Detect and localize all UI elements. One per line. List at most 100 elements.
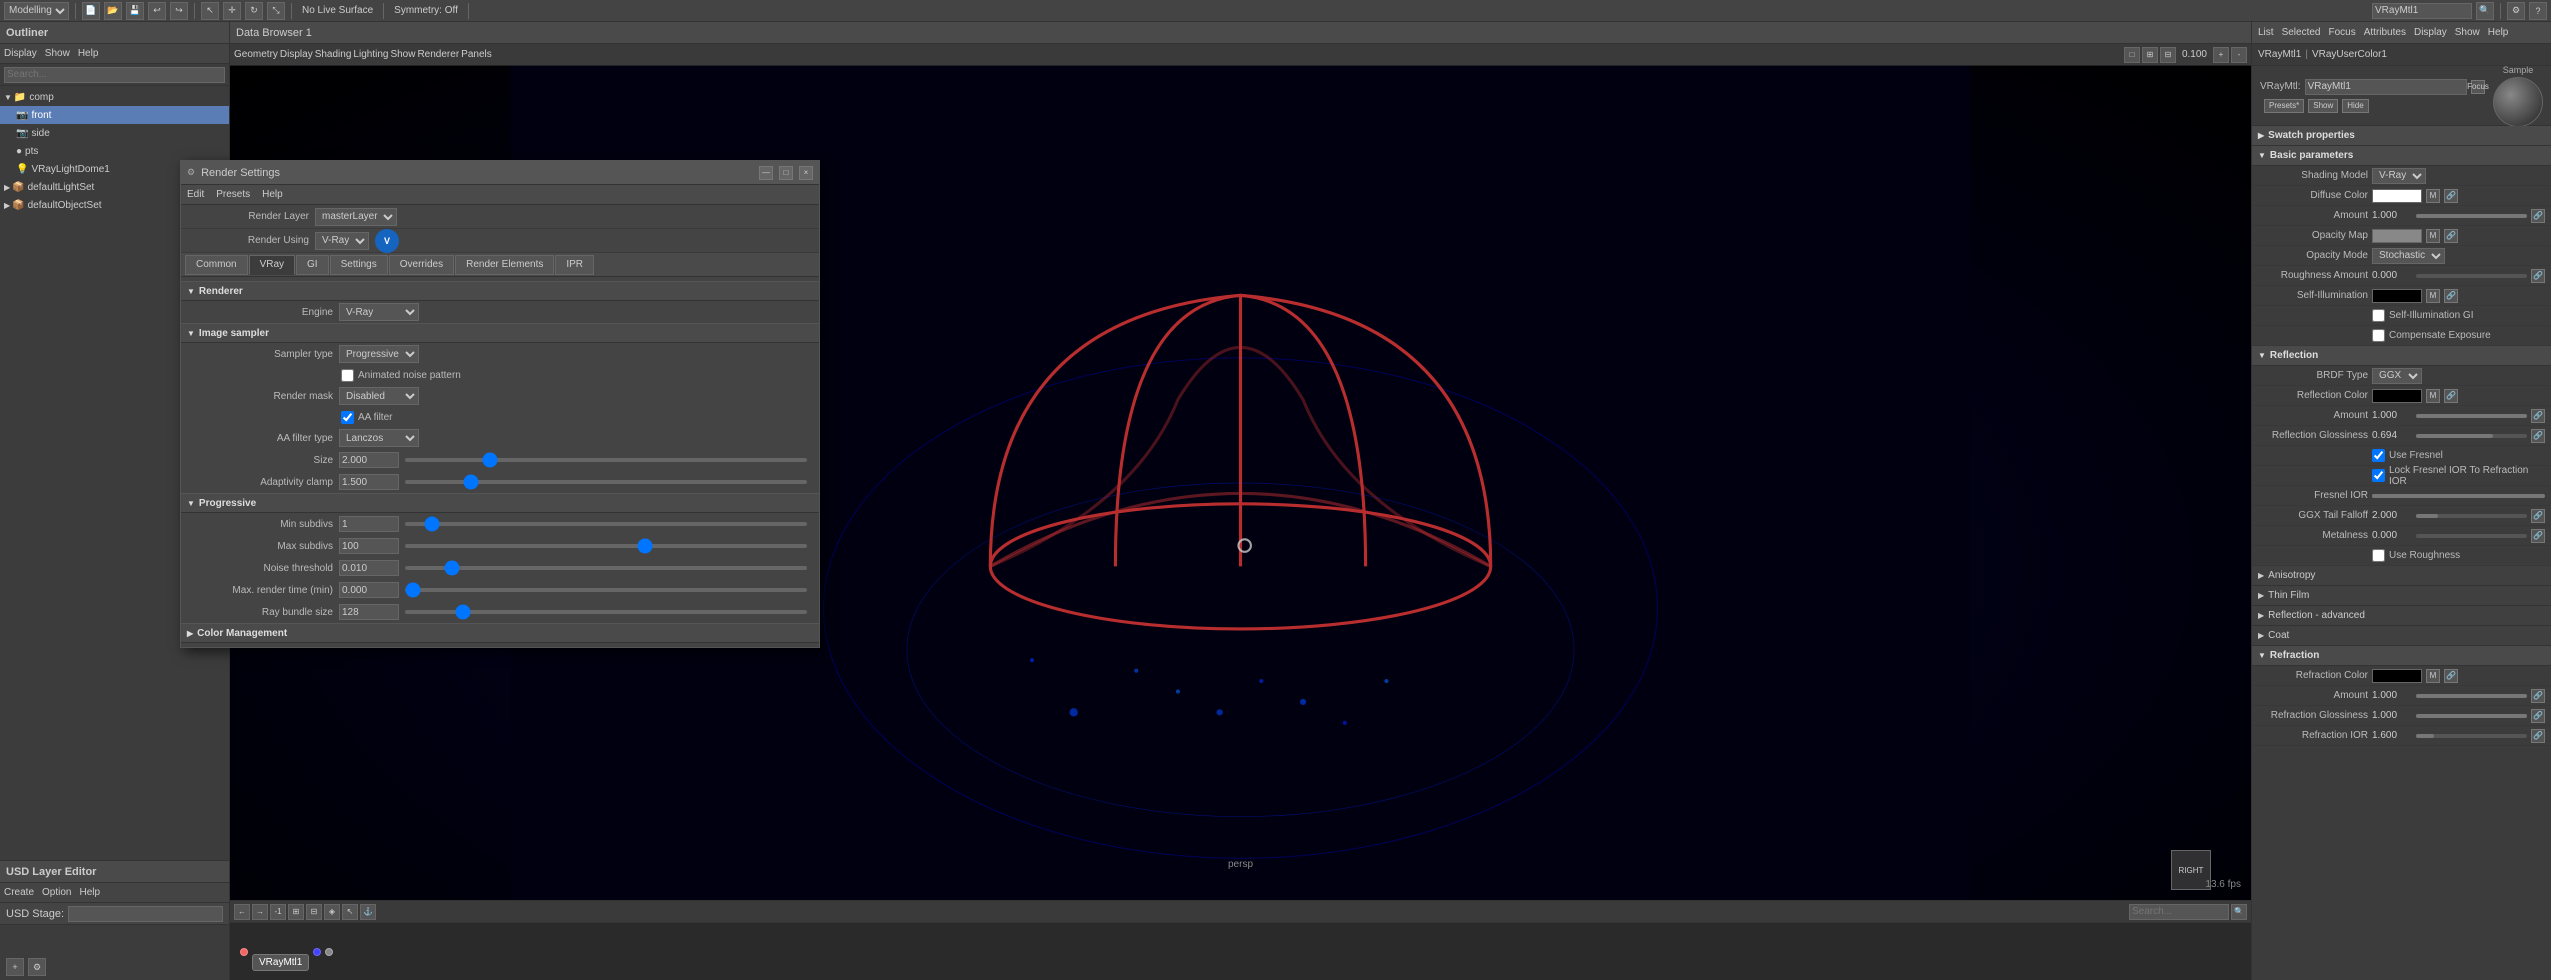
hide-btn[interactable]: Hide [2342,99,2368,113]
tab-render-elements[interactable]: Render Elements [455,255,554,275]
fresnel-ior-slider[interactable] [2372,494,2545,498]
ng-forward-icon[interactable]: → [252,904,268,920]
select-icon[interactable]: ↖ [201,2,219,20]
metalness-link-btn[interactable]: 🔗 [2531,529,2545,543]
max-subdivs-slider[interactable] [405,544,807,548]
usd-settings-icon[interactable]: ⚙ [28,958,46,976]
input-field[interactable] [2372,3,2472,19]
opacity-map-swatch[interactable] [2372,229,2422,243]
ng-anchor-icon[interactable]: ⚓ [360,904,376,920]
diffuse-amount-link-btn[interactable]: 🔗 [2531,209,2545,223]
right-tab-focus[interactable]: Focus [2328,27,2355,38]
refraction-glossiness-slider[interactable] [2416,714,2527,718]
vp-menu-shading[interactable]: Shading [315,49,352,60]
refraction-glossiness-link-btn[interactable]: 🔗 [2531,709,2545,723]
vp-menu-display[interactable]: Display [280,49,313,60]
opacity-mode-select[interactable]: Stochastic [2372,248,2445,264]
ng-move-icon[interactable]: ⊞ [288,904,304,920]
min-subdivs-input[interactable] [339,516,399,532]
outliner-menu-show[interactable]: Show [45,48,70,59]
adaptivity-input[interactable] [339,474,399,490]
ray-bundle-input[interactable] [339,604,399,620]
refraction-color-swatch[interactable] [2372,669,2422,683]
lock-fresnel-check[interactable] [2372,469,2385,482]
vp-menu-panels[interactable]: Panels [461,49,492,60]
right-tab-attributes[interactable]: Attributes [2364,27,2406,38]
reflection-glossiness-link-btn[interactable]: 🔗 [2531,429,2545,443]
ng-back-icon[interactable]: ← [234,904,250,920]
refraction-ior-link-btn[interactable]: 🔗 [2531,729,2545,743]
scale-icon[interactable]: ⤡ [267,2,285,20]
render-mask-select[interactable]: Disabled [339,387,419,405]
engine-select[interactable]: V-Ray [339,303,419,321]
vp-icon-1[interactable]: □ [2124,47,2140,63]
ng-minus-icon[interactable]: -1 [270,904,286,920]
roughness-link-btn[interactable]: 🔗 [2531,269,2545,283]
outliner-menu-help[interactable]: Help [78,48,99,59]
refraction-color-link-btn[interactable]: 🔗 [2444,669,2458,683]
new-file-icon[interactable]: 📄 [82,2,100,20]
outliner-menu-display[interactable]: Display [4,48,37,59]
noise-threshold-slider[interactable] [405,566,807,570]
diffuse-color-link-btn[interactable]: 🔗 [2444,189,2458,203]
size-input[interactable] [339,452,399,468]
min-subdivs-slider[interactable] [405,522,807,526]
ng-search-input[interactable] [2129,904,2229,920]
ggx-tail-link-btn[interactable]: 🔗 [2531,509,2545,523]
reflection-header[interactable]: ▼ Reflection [2252,346,2551,366]
usd-menu-create[interactable]: Create [4,887,34,898]
tab-overrides[interactable]: Overrides [389,255,454,275]
node-conn-red[interactable] [240,948,248,956]
ng-snap-icon[interactable]: ◈ [324,904,340,920]
reflection-amount-link-btn[interactable]: 🔗 [2531,409,2545,423]
brdf-type-select[interactable]: GGX [2372,368,2422,384]
ray-bundle-slider[interactable] [405,610,807,614]
usd-menu-option[interactable]: Option [42,887,71,898]
refraction-amount-slider[interactable] [2416,694,2527,698]
dialog-close-btn[interactable]: × [799,166,813,180]
vp-icon-2[interactable]: ⊞ [2142,47,2158,63]
noise-threshold-input[interactable] [339,560,399,576]
self-illumination-link-btn[interactable]: 🔗 [2444,289,2458,303]
roughness-slider[interactable] [2416,274,2527,278]
node-conn-grey[interactable] [325,948,333,956]
node-vray-mtl[interactable]: VRayMtl1 [252,954,309,971]
right-tab-display[interactable]: Display [2414,27,2447,38]
animated-noise-check[interactable] [341,369,354,382]
refraction-amount-link-btn[interactable]: 🔗 [2531,689,2545,703]
outliner-search-input[interactable] [4,67,225,83]
sampler-type-select[interactable]: Progressive [339,345,419,363]
reflection-advanced-section[interactable]: ▶ Reflection - advanced [2252,606,2551,626]
rotate-icon[interactable]: ↻ [245,2,263,20]
use-roughness-check[interactable] [2372,549,2385,562]
right-tab-list[interactable]: List [2258,27,2274,38]
usd-menu-help[interactable]: Help [79,887,100,898]
tab-ipr[interactable]: IPR [555,255,594,275]
vp-menu-renderer[interactable]: Renderer [417,49,459,60]
refraction-header[interactable]: ▼ Refraction [2252,646,2551,666]
refraction-color-map-btn[interactable]: M [2426,669,2440,683]
render-using-select[interactable]: V-Ray [315,232,369,250]
open-icon[interactable]: 📂 [104,2,122,20]
ng-search-icon[interactable]: 🔍 [2231,904,2247,920]
outline-item-pts[interactable]: ● pts [0,142,229,160]
undo-icon[interactable]: ↩ [148,2,166,20]
color-management-section-header[interactable]: ▶ Color Management [181,623,819,643]
vp-zoom-out[interactable]: - [2231,47,2247,63]
outline-item-front[interactable]: 📷 front [0,106,229,124]
tab-settings[interactable]: Settings [330,255,388,275]
aa-filter-type-select[interactable]: Lanczos [339,429,419,447]
rd-menu-edit[interactable]: Edit [187,189,204,200]
presets-btn[interactable]: Presets* [2264,99,2304,113]
right-tab-selected[interactable]: Selected [2282,27,2321,38]
coat-section[interactable]: ▶ Coat [2252,626,2551,646]
tab-common[interactable]: Common [185,255,248,275]
render-layer-select[interactable]: masterLayer [315,208,397,226]
vp-menu-lighting[interactable]: Lighting [353,49,388,60]
opacity-map-btn[interactable]: M [2426,229,2440,243]
usd-add-icon[interactable]: + [6,958,24,976]
mat-name-input[interactable] [2305,79,2467,95]
dialog-maximize-btn[interactable]: □ [779,166,793,180]
vp-menu-show[interactable]: Show [390,49,415,60]
outline-item-side[interactable]: 📷 side [0,124,229,142]
